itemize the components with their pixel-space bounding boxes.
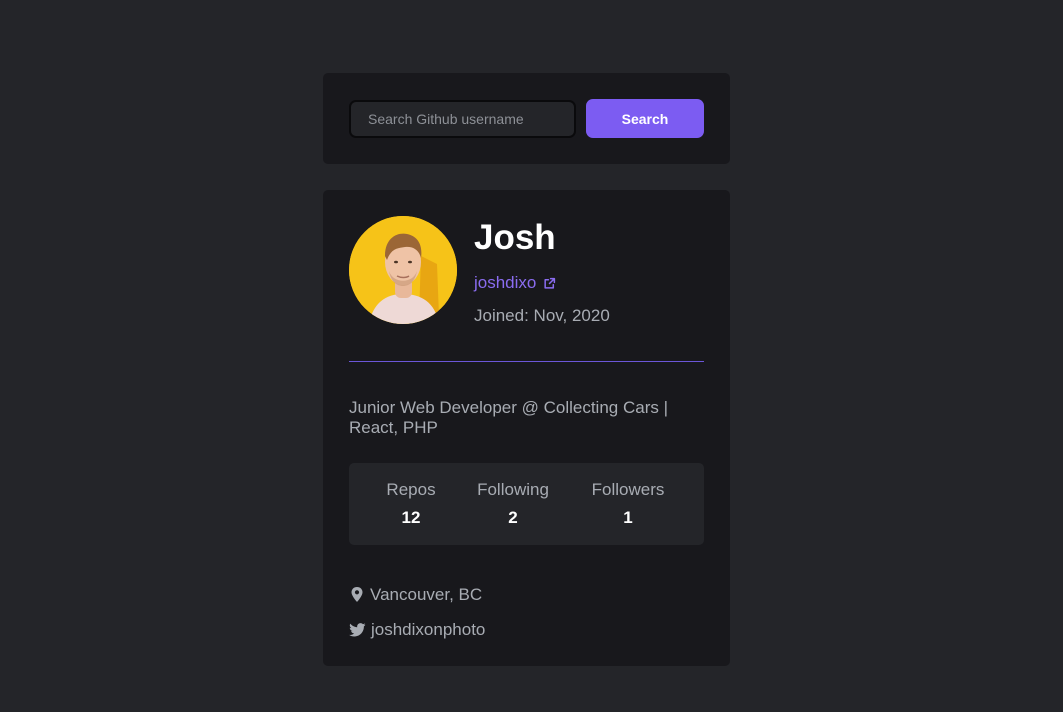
stat-label: Repos: [386, 480, 436, 499]
stat-value: 2: [508, 508, 518, 527]
stat-followers: Followers 1: [587, 480, 669, 528]
profile-login: joshdixo: [474, 273, 537, 292]
profile-card: Josh joshdixo Joined: Nov, 2020 Junior W…: [323, 190, 730, 666]
search-input[interactable]: [349, 100, 576, 138]
stat-value: 1: [623, 508, 633, 527]
location-row: Vancouver, BC: [349, 585, 482, 605]
twitter-handle: joshdixonphoto: [371, 620, 486, 639]
stat-value: 12: [401, 508, 421, 527]
divider: [349, 361, 704, 362]
search-button[interactable]: Search: [586, 99, 704, 138]
twitter-icon: [349, 623, 366, 637]
stats-panel: Repos 12 Following 2 Followers 1: [349, 463, 704, 545]
profile-bio: Junior Web Developer @ Collecting Cars |…: [349, 398, 668, 437]
search-card: Search: [323, 73, 730, 164]
stat-following: Following 2: [474, 480, 552, 528]
twitter-link[interactable]: joshdixonphoto: [349, 620, 485, 640]
profile-name: Josh: [474, 218, 556, 257]
stat-label: Followers: [591, 480, 665, 499]
external-link-icon: [544, 277, 556, 289]
stat-repos: Repos 12: [381, 480, 441, 528]
stat-label: Following: [477, 480, 549, 499]
location-text: Vancouver, BC: [370, 585, 483, 604]
map-pin-icon: [351, 587, 363, 602]
avatar-photo: [349, 216, 457, 324]
avatar: [349, 216, 457, 324]
profile-login-link[interactable]: joshdixo: [474, 273, 556, 293]
joined-date: Joined: Nov, 2020: [474, 306, 610, 325]
